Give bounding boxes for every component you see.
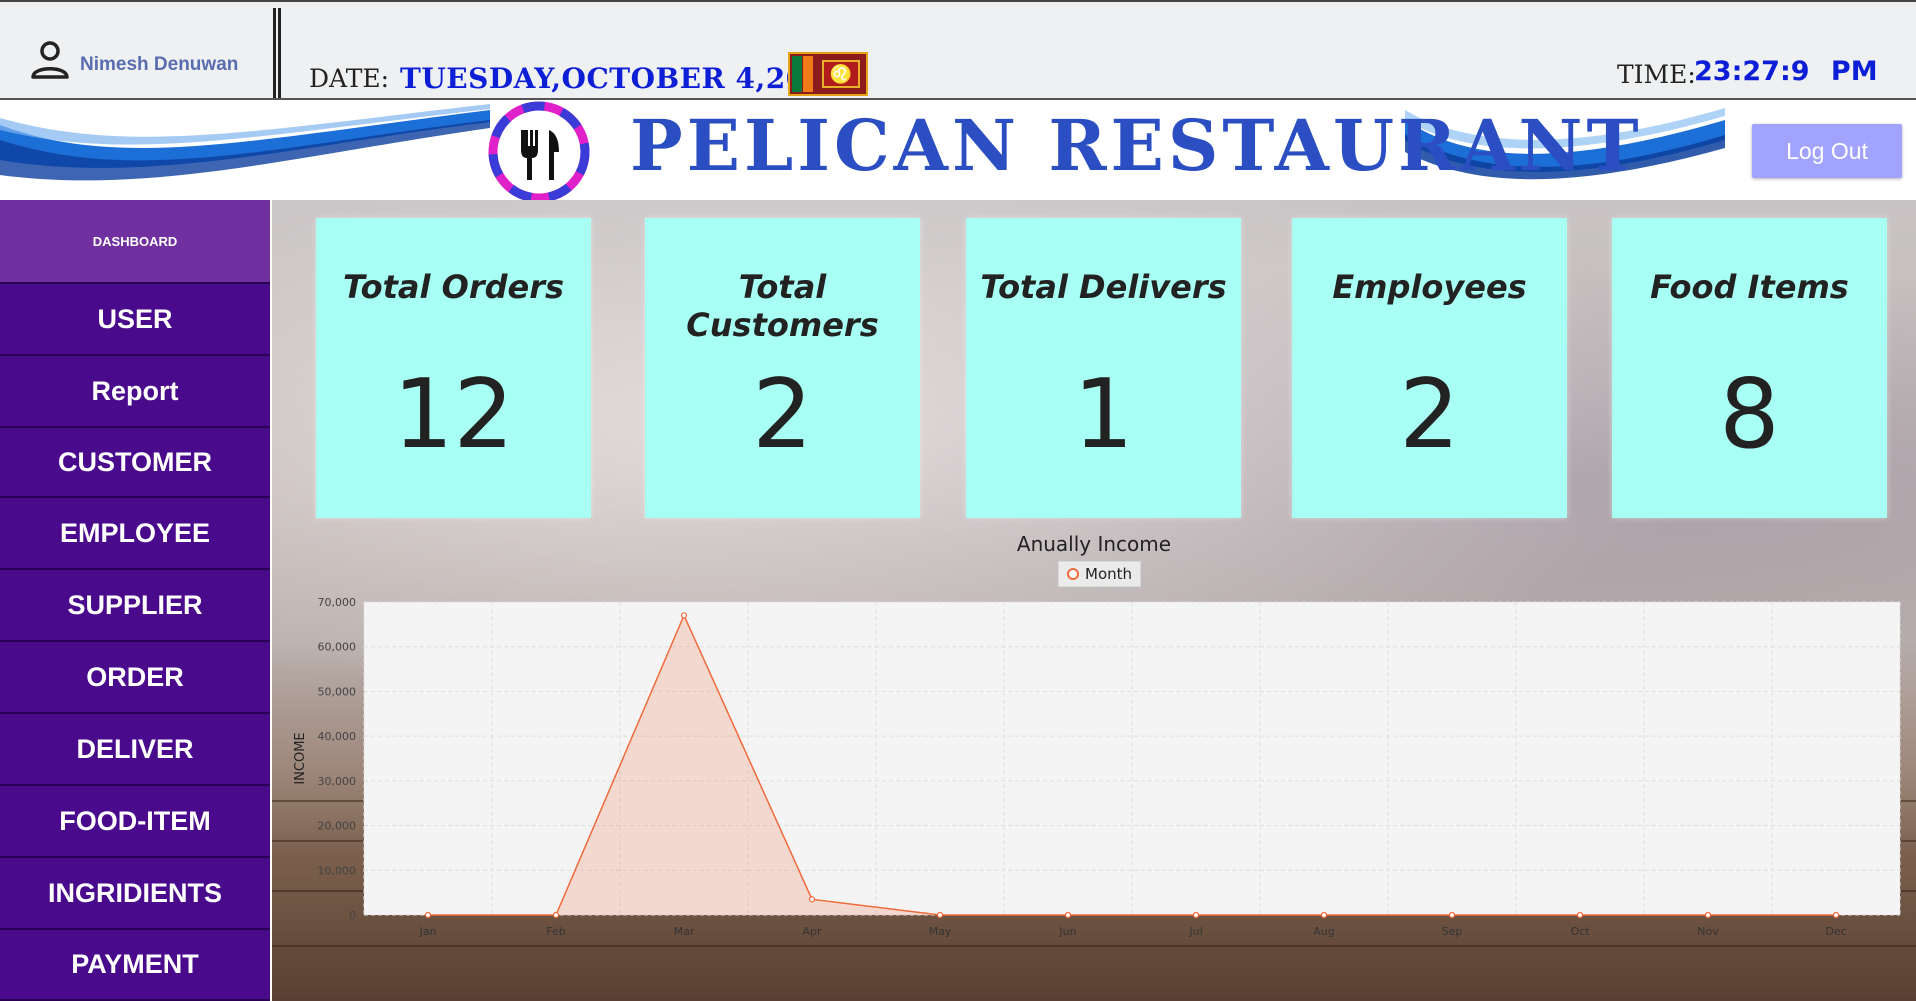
restaurant-title: PELICAN RESTAURANT <box>630 104 1643 187</box>
logout-button[interactable]: Log Out <box>1752 124 1902 178</box>
x-tick-label: May <box>929 925 952 938</box>
y-tick-label: 70,000 <box>318 596 357 609</box>
data-point <box>424 911 432 919</box>
data-point <box>1320 911 1328 919</box>
y-tick-label: 40,000 <box>318 730 357 743</box>
x-tick-label: Jun <box>1058 925 1076 938</box>
date-value: TUESDAY,OCTOBER 4,2022 <box>400 62 846 95</box>
sidebar-item-payment[interactable]: PAYMENT <box>0 930 270 1001</box>
sidebar-item-deliver[interactable]: DELIVER <box>0 714 270 786</box>
y-tick-label: 20,000 <box>318 820 357 833</box>
sri-lanka-flag-icon: ♌ <box>788 52 868 96</box>
top-status-bar: Nimesh Denuwan DATE: TUESDAY,OCTOBER 4,2… <box>0 0 1916 100</box>
sidebar-item-report[interactable]: Report <box>0 356 270 428</box>
x-tick-label: Jan <box>419 925 437 938</box>
y-tick-label: 0 <box>349 909 356 922</box>
sidebar-item-supplier[interactable]: SUPPLIER <box>0 570 270 642</box>
x-tick-label: Jul <box>1188 925 1202 938</box>
user-name: Nimesh Denuwan <box>80 54 239 75</box>
x-tick-label: Apr <box>802 925 822 938</box>
dashboard-main: Total Orders 12 Total Customers 2 Total … <box>272 200 1916 1001</box>
data-point <box>808 896 816 903</box>
data-point <box>1832 911 1840 919</box>
y-axis-label: INCOME <box>293 732 308 784</box>
sidebar-item-customer[interactable]: CUSTOMER <box>0 428 270 498</box>
user-info: Nimesh Denuwan <box>28 38 238 82</box>
income-chart: 0 10,000 20,000 30,000 40,000 50,000 60,000 70,… <box>293 596 1901 938</box>
x-tick-label: Aug <box>1313 925 1334 938</box>
x-tick-label: Mar <box>674 925 695 938</box>
x-tick-label: Nov <box>1697 925 1719 938</box>
y-tick-label: 30,000 <box>318 775 357 788</box>
data-point <box>680 612 688 619</box>
data-point <box>1576 911 1584 919</box>
sidebar: DASHBOARD USER Report CUSTOMER EMPLOYEE … <box>0 200 270 1001</box>
restaurant-logo-icon <box>488 101 590 203</box>
sidebar-item-employee[interactable]: EMPLOYEE <box>0 498 270 570</box>
data-point <box>1192 911 1200 919</box>
user-icon <box>31 41 69 79</box>
x-tick-label: Feb <box>546 925 565 938</box>
time-value: 23:27:9 PM <box>1694 56 1878 87</box>
y-tick-label: 10,000 <box>318 864 357 877</box>
sidebar-item-food-item[interactable]: FOOD-ITEM <box>0 786 270 858</box>
data-point <box>1448 911 1456 919</box>
data-point <box>1064 911 1072 919</box>
x-tick-label: Sep <box>1442 925 1463 938</box>
y-tick-label: 50,000 <box>318 685 357 698</box>
data-point <box>1704 911 1712 919</box>
data-point <box>552 911 560 919</box>
y-tick-label: 60,000 <box>318 641 357 654</box>
sidebar-item-dashboard[interactable]: DASHBOARD <box>0 200 270 284</box>
time-label: TIME: <box>1617 60 1696 89</box>
sidebar-item-ingridients[interactable]: INGRIDIENTS <box>0 858 270 930</box>
date-label: DATE: <box>309 64 390 93</box>
x-tick-label: Oct <box>1570 925 1590 938</box>
x-tick-label: Dec <box>1825 925 1846 938</box>
header-divider <box>273 8 281 98</box>
left-wave-decoration <box>0 104 490 181</box>
data-point <box>936 911 944 919</box>
sidebar-item-order[interactable]: ORDER <box>0 642 270 714</box>
sidebar-item-user[interactable]: USER <box>0 284 270 356</box>
